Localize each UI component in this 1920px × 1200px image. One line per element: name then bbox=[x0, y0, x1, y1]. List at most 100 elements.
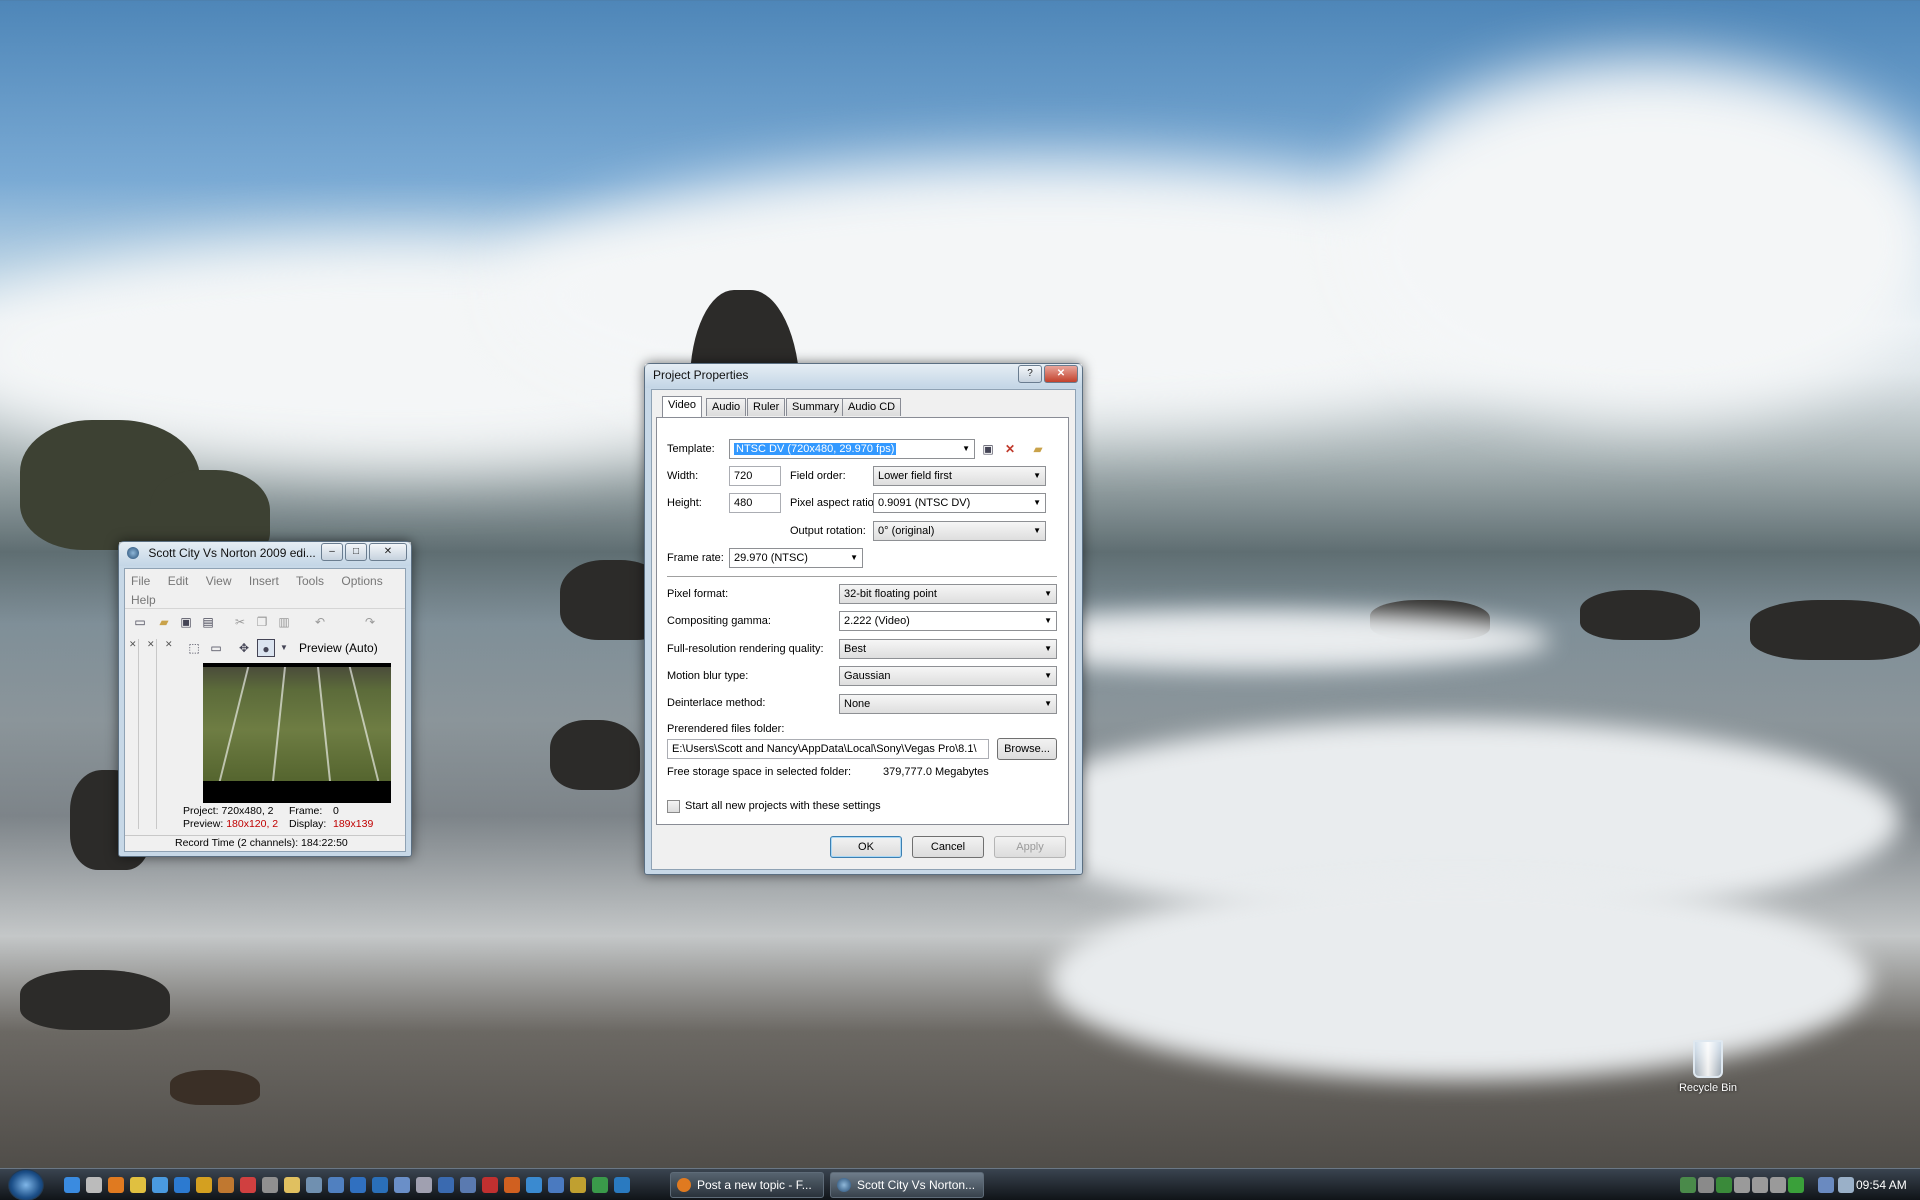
app-icon[interactable] bbox=[152, 1177, 168, 1193]
tray-icon[interactable] bbox=[1752, 1177, 1768, 1193]
field-order-combo[interactable]: Lower field first ▼ bbox=[873, 466, 1046, 486]
app-icon[interactable] bbox=[592, 1177, 608, 1193]
height-input[interactable]: 480 bbox=[729, 493, 781, 513]
menu-insert[interactable]: Insert bbox=[249, 574, 279, 588]
browse-button[interactable]: Browse... bbox=[997, 738, 1057, 760]
dock-strip-1[interactable]: ✕ bbox=[129, 639, 139, 829]
app-icon[interactable] bbox=[394, 1177, 410, 1193]
network-icon[interactable] bbox=[1818, 1177, 1834, 1193]
mail-icon[interactable] bbox=[130, 1177, 146, 1193]
overlay-icon[interactable]: ● bbox=[257, 639, 275, 657]
menu-help[interactable]: Help bbox=[131, 593, 156, 607]
tab-audio[interactable]: Audio bbox=[706, 398, 747, 416]
tray-icon[interactable] bbox=[1680, 1177, 1696, 1193]
split-screen-icon[interactable]: ✥ bbox=[235, 639, 253, 657]
app-icon[interactable] bbox=[306, 1177, 322, 1193]
minimize-button[interactable]: – bbox=[321, 543, 343, 561]
new-icon[interactable]: ▭ bbox=[131, 613, 149, 631]
app-icon[interactable] bbox=[196, 1177, 212, 1193]
preview-quality-dropdown-icon[interactable]: ▼ bbox=[275, 639, 293, 657]
start-button[interactable] bbox=[8, 1169, 44, 1200]
app-icon[interactable] bbox=[570, 1177, 586, 1193]
project-properties-dialog[interactable]: Project Properties ? ✕ Video Audio Ruler… bbox=[644, 363, 1083, 875]
app-icon[interactable] bbox=[218, 1177, 234, 1193]
save-template-icon[interactable]: ▣ bbox=[979, 440, 997, 458]
template-combo[interactable]: NTSC DV (720x480, 29.970 fps) ▼ bbox=[729, 439, 975, 459]
motion-blur-combo[interactable]: Gaussian ▼ bbox=[839, 666, 1057, 686]
app-icon[interactable] bbox=[460, 1177, 476, 1193]
ie-icon[interactable] bbox=[64, 1177, 80, 1193]
app-icon[interactable] bbox=[86, 1177, 102, 1193]
menu-file[interactable]: File bbox=[131, 574, 150, 588]
preview-quality-label[interactable]: Preview (Auto) bbox=[299, 641, 378, 655]
app-icon[interactable] bbox=[284, 1177, 300, 1193]
output-rotation-combo[interactable]: 0° (original) ▼ bbox=[873, 521, 1046, 541]
open-icon[interactable]: ▰ bbox=[155, 613, 173, 631]
prerendered-folder-input[interactable]: E:\Users\Scott and Nancy\AppData\Local\S… bbox=[667, 739, 989, 759]
app-icon[interactable] bbox=[614, 1177, 630, 1193]
tab-ruler[interactable]: Ruler bbox=[747, 398, 786, 416]
app-icon[interactable] bbox=[526, 1177, 542, 1193]
dialog-titlebar[interactable]: Project Properties ? ✕ bbox=[645, 364, 1082, 388]
menu-tools[interactable]: Tools bbox=[296, 574, 324, 588]
app-icon[interactable] bbox=[438, 1177, 454, 1193]
help-button[interactable]: ? bbox=[1018, 365, 1042, 383]
dock-strip-2[interactable]: ✕ bbox=[147, 639, 157, 829]
width-input[interactable]: 720 bbox=[729, 466, 781, 486]
frame-rate-combo[interactable]: 29.970 (NTSC) ▼ bbox=[729, 548, 863, 568]
tray-icon[interactable] bbox=[1716, 1177, 1732, 1193]
tab-summary[interactable]: Summary bbox=[786, 398, 846, 416]
firefox-icon[interactable] bbox=[108, 1177, 124, 1193]
app-icon[interactable] bbox=[240, 1177, 256, 1193]
cancel-button[interactable]: Cancel bbox=[912, 836, 984, 858]
start-all-label[interactable]: Start all new projects with these settin… bbox=[685, 800, 881, 812]
taskbar-task-forum[interactable]: Post a new topic - F... bbox=[670, 1172, 824, 1198]
tray-icon[interactable] bbox=[1788, 1177, 1804, 1193]
app-icon[interactable] bbox=[482, 1177, 498, 1193]
cut-icon[interactable]: ✂ bbox=[231, 613, 249, 631]
ok-button[interactable]: OK bbox=[830, 836, 902, 858]
deinterlace-combo[interactable]: None ▼ bbox=[839, 694, 1057, 714]
external-monitor-icon[interactable]: ▭ bbox=[207, 639, 225, 657]
menu-options[interactable]: Options bbox=[341, 574, 382, 588]
app-icon[interactable] bbox=[350, 1177, 366, 1193]
tray-icon[interactable] bbox=[1698, 1177, 1714, 1193]
compositing-gamma-combo[interactable]: 2.222 (Video) ▼ bbox=[839, 611, 1057, 631]
redo-icon[interactable]: ↷ bbox=[361, 613, 379, 631]
tray-icon[interactable] bbox=[1770, 1177, 1786, 1193]
app-icon[interactable] bbox=[372, 1177, 388, 1193]
delete-template-icon[interactable]: ✕ bbox=[1001, 440, 1019, 458]
vegas-titlebar[interactable]: Scott City Vs Norton 2009 edi... – □ ✕ bbox=[119, 542, 411, 566]
dock-strip-3[interactable]: ✕ bbox=[165, 639, 175, 829]
app-icon[interactable] bbox=[504, 1177, 520, 1193]
app-icon[interactable] bbox=[416, 1177, 432, 1193]
app-icon[interactable] bbox=[548, 1177, 564, 1193]
rendering-quality-combo[interactable]: Best ▼ bbox=[839, 639, 1057, 659]
pixel-format-combo[interactable]: 32-bit floating point ▼ bbox=[839, 584, 1057, 604]
app-icon[interactable] bbox=[328, 1177, 344, 1193]
maximize-button[interactable]: □ bbox=[345, 543, 367, 561]
undo-icon[interactable]: ↶ bbox=[311, 613, 329, 631]
app-icon[interactable] bbox=[262, 1177, 278, 1193]
save-icon[interactable]: ▣ bbox=[177, 613, 195, 631]
taskbar-task-vegas[interactable]: Scott City Vs Norton... bbox=[830, 1172, 984, 1198]
tray-icon[interactable] bbox=[1734, 1177, 1750, 1193]
recycle-bin[interactable]: Recycle Bin bbox=[1668, 1040, 1748, 1094]
volume-icon[interactable] bbox=[1838, 1177, 1854, 1193]
copy-icon[interactable]: ❐ bbox=[253, 613, 271, 631]
clock[interactable]: 09:54 AM bbox=[1856, 1178, 1907, 1192]
dialog-close-button[interactable]: ✕ bbox=[1044, 365, 1078, 383]
vegas-window[interactable]: Scott City Vs Norton 2009 edi... – □ ✕ F… bbox=[118, 541, 412, 857]
tab-video[interactable]: Video bbox=[662, 396, 702, 417]
close-button[interactable]: ✕ bbox=[369, 543, 407, 561]
tab-audio-cd[interactable]: Audio CD bbox=[842, 398, 902, 416]
menu-view[interactable]: View bbox=[206, 574, 232, 588]
menu-edit[interactable]: Edit bbox=[168, 574, 189, 588]
paste-icon[interactable]: ▥ bbox=[275, 613, 293, 631]
start-all-checkbox[interactable] bbox=[667, 800, 680, 813]
open-template-folder-icon[interactable]: ▰ bbox=[1029, 440, 1047, 458]
preview-properties-icon[interactable]: ⬚ bbox=[185, 639, 203, 657]
properties-icon[interactable]: ▤ bbox=[199, 613, 217, 631]
pixel-aspect-combo[interactable]: 0.9091 (NTSC DV) ▼ bbox=[873, 493, 1046, 513]
app-icon[interactable] bbox=[174, 1177, 190, 1193]
